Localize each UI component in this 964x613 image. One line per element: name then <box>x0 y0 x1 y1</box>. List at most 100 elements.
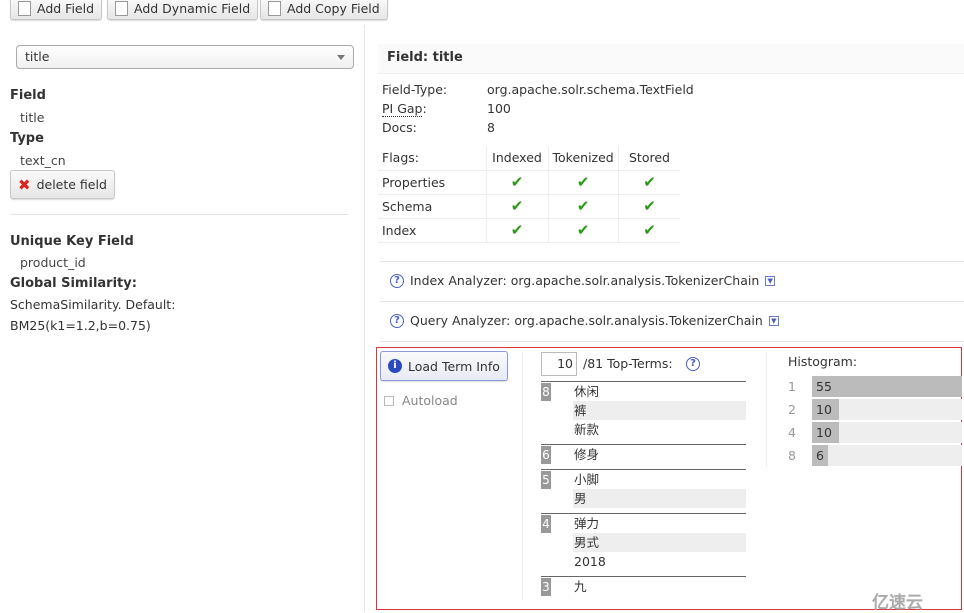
histogram-value: 10 <box>816 402 832 417</box>
type-value: text_cn <box>20 152 66 168</box>
load-term-info-button[interactable]: i Load Term Info <box>380 351 508 381</box>
term-item: 弹力 <box>574 516 600 531</box>
term-item: 男 <box>573 489 746 508</box>
index-analyzer-label: Index Analyzer: org.apache.solr.analysis… <box>410 273 760 288</box>
type-label: Type <box>10 131 44 146</box>
docs-label: Docs: <box>382 120 417 135</box>
term-count: 4 <box>541 515 551 533</box>
check-icon: ✔ <box>485 194 548 219</box>
col-stored: Stored <box>617 146 681 171</box>
add-copy-field-button[interactable]: Add Copy Field <box>260 0 388 20</box>
term-count: 5 <box>541 471 551 489</box>
field-value: title <box>20 109 45 125</box>
histogram-track <box>812 445 962 466</box>
histogram-value: 6 <box>816 448 824 463</box>
term-group: 6 修身 <box>541 444 746 464</box>
checkbox-icon <box>384 395 394 406</box>
add-field-button[interactable]: Add Field <box>10 0 103 20</box>
term-item: 修身 <box>574 447 600 462</box>
info-icon: i <box>388 359 402 373</box>
expand-icon[interactable]: ▼ <box>768 315 779 326</box>
term-group: 4 弹力男式 2018 <box>541 513 746 571</box>
expand-icon[interactable]: ▼ <box>765 275 776 286</box>
term-item: 2018 <box>574 554 606 569</box>
check-icon: ✔ <box>485 218 548 243</box>
row-properties: Properties <box>378 170 486 195</box>
check-icon: ✔ <box>547 194 619 219</box>
histogram-key: 2 <box>788 402 796 417</box>
autoload-label: Autoload <box>402 393 458 408</box>
watermark-logo: 亿速云 <box>872 593 923 613</box>
field-select[interactable]: title <box>16 45 354 69</box>
field-type-value: org.apache.solr.schema.TextField <box>487 82 694 97</box>
docs-value: 8 <box>487 120 495 135</box>
histogram-bar <box>812 376 962 397</box>
histogram-key: 4 <box>788 425 796 440</box>
delete-field-label: delete field <box>36 177 107 192</box>
col-indexed: Indexed <box>485 146 548 171</box>
term-item: 休闲 <box>574 384 600 399</box>
term-item: 男式 <box>573 533 746 552</box>
check-icon: ✔ <box>617 170 681 195</box>
similarity-line2: BM25(k1=1.2,b=0.75) <box>10 318 151 333</box>
field-select-value: title <box>25 49 50 64</box>
delete-x-icon: ✖ <box>18 175 31 194</box>
term-item: 裤 <box>573 401 746 420</box>
pi-gap-label: PI Gap <box>382 101 423 117</box>
flags-header: Flags: <box>378 146 486 171</box>
term-item: 九 <box>574 579 587 594</box>
check-icon: ✔ <box>617 218 681 243</box>
histogram-row: 1 55 <box>788 376 962 397</box>
top-terms-count-input[interactable]: 10 <box>541 352 577 376</box>
histogram-key: 8 <box>788 448 796 463</box>
similarity-line1: SchemaSimilarity. Default: <box>10 297 176 312</box>
field-label: Field <box>10 88 46 103</box>
add-dynamic-field-label: Add Dynamic Field <box>134 0 251 16</box>
histogram-row: 86 <box>788 445 962 466</box>
histogram-row: 4 10 <box>788 422 962 443</box>
query-analyzer-label: Query Analyzer: org.apache.solr.analysis… <box>410 313 763 328</box>
pi-gap-value: 100 <box>487 101 511 116</box>
field-title: Field: title <box>378 44 964 74</box>
check-icon: ✔ <box>485 170 548 195</box>
field-type-label: Field-Type: <box>382 82 448 97</box>
autoload-checkbox[interactable]: Autoload <box>384 393 458 408</box>
check-icon: ✔ <box>617 194 681 219</box>
help-icon: ? <box>390 273 404 288</box>
term-count: 3 <box>541 578 551 596</box>
help-icon: ? <box>390 313 404 328</box>
check-icon: ✔ <box>547 218 619 243</box>
term-group: 8 休闲裤新款 <box>541 381 746 439</box>
histogram-label: Histogram: <box>788 354 858 369</box>
chevron-down-icon <box>337 55 345 64</box>
unique-key-value: product_id <box>20 255 86 270</box>
document-icon <box>18 0 31 16</box>
add-field-label: Add Field <box>37 0 95 16</box>
term-count: 8 <box>541 383 551 401</box>
documents-icon <box>115 0 128 16</box>
index-analyzer-toggle[interactable]: ? Index Analyzer: org.apache.solr.analysi… <box>390 273 776 288</box>
copy-document-icon <box>268 0 281 16</box>
help-icon[interactable]: ? <box>686 357 700 371</box>
term-item: 新款 <box>574 422 600 437</box>
add-copy-field-label: Add Copy Field <box>287 0 380 16</box>
unique-key-label: Unique Key Field <box>10 234 134 249</box>
term-group: 5 小脚男 <box>541 469 746 508</box>
col-tokenized: Tokenized <box>547 146 619 171</box>
term-count: 6 <box>541 446 551 464</box>
flags-table: Flags: Indexed Tokenized Stored Properties ✔… <box>378 146 681 243</box>
similarity-label: Global Similarity: <box>10 276 137 291</box>
row-index: Index <box>378 218 486 243</box>
load-term-info-label: Load Term Info <box>408 358 500 374</box>
term-item: 小脚 <box>574 472 600 487</box>
delete-field-button[interactable]: ✖ delete field <box>10 170 115 199</box>
histogram-key: 1 <box>788 379 796 394</box>
top-terms-label: /81 Top-Terms: <box>583 356 673 371</box>
add-dynamic-field-button[interactable]: Add Dynamic Field <box>107 0 259 20</box>
histogram-value: 10 <box>816 425 832 440</box>
term-group: 3九 <box>541 576 746 596</box>
histogram-value: 55 <box>816 379 832 394</box>
histogram-row: 2 10 <box>788 399 962 420</box>
query-analyzer-toggle[interactable]: ? Query Analyzer: org.apache.solr.analysi… <box>390 313 779 328</box>
check-icon: ✔ <box>547 170 619 195</box>
